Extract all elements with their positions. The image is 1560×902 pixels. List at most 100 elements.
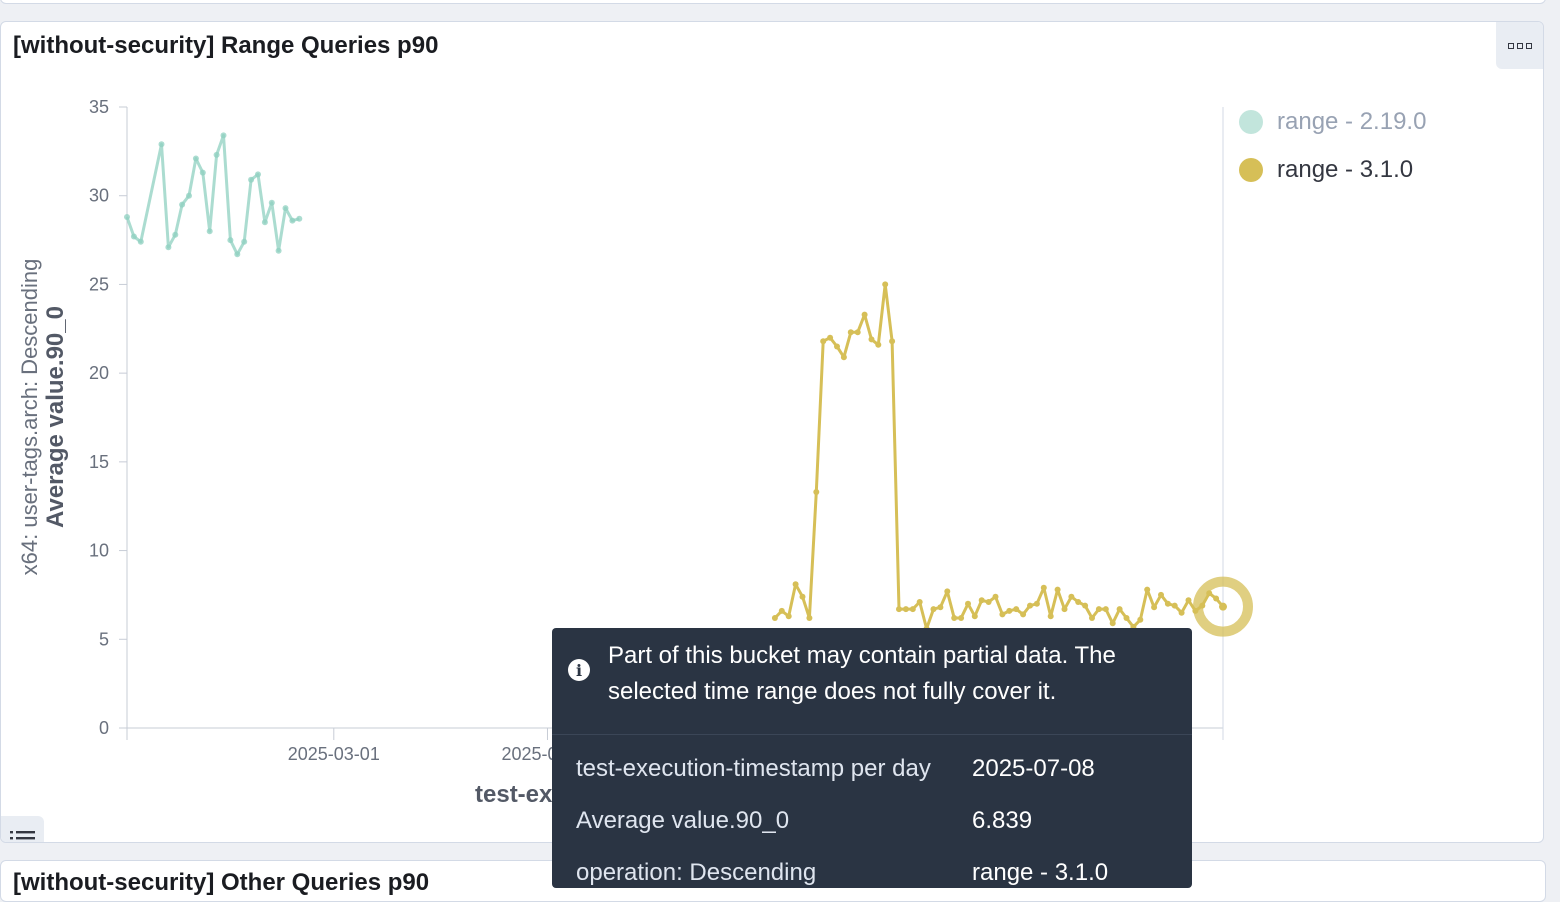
data-point [944, 588, 951, 595]
data-point [275, 247, 282, 254]
data-point [813, 489, 820, 495]
data-point [930, 606, 937, 613]
y-tick-label: 10 [89, 541, 109, 561]
highlighted-point [1219, 602, 1227, 611]
data-point [1006, 607, 1013, 614]
data-point [1054, 586, 1061, 593]
data-point [834, 343, 840, 350]
legend-swatch-icon [1239, 110, 1263, 134]
data-point [1102, 606, 1109, 613]
tooltip-key: Average value.90_0 [576, 807, 790, 834]
data-point [1089, 615, 1095, 621]
series-line-2 [773, 282, 1225, 631]
data-point [868, 336, 875, 343]
data-point [1151, 604, 1158, 611]
data-point [1116, 606, 1123, 613]
data-point [289, 217, 296, 224]
data-point [806, 615, 813, 621]
data-point [220, 132, 227, 139]
data-point [1164, 600, 1171, 607]
data-point [1123, 615, 1130, 621]
y-tick-label: 20 [89, 363, 109, 383]
data-point [978, 597, 985, 604]
info-icon: i [568, 659, 590, 681]
chart-tooltip: i Part of this bucket may contain partia… [552, 628, 1192, 888]
legend-label: range - 3.1.0 [1277, 156, 1414, 183]
data-point [206, 228, 213, 235]
data-point [882, 281, 889, 288]
data-point [909, 606, 916, 613]
data-point [192, 155, 199, 162]
tooltip-rows: test-execution-timestamp per day 2025-07… [552, 735, 1192, 899]
tooltip-key: test-execution-timestamp per day [576, 755, 931, 782]
data-point [1020, 611, 1027, 618]
data-point [875, 341, 882, 348]
data-point [1144, 586, 1151, 593]
tooltip-message: Part of this bucket may contain partial … [608, 642, 1116, 705]
data-point [172, 231, 179, 238]
y-tick-label: 35 [89, 97, 109, 117]
legend-item-range-2-19-0[interactable]: range - 2.19.0 [1239, 98, 1426, 146]
tooltip-row: test-execution-timestamp per day 2025-07… [576, 743, 1192, 795]
data-point [1137, 616, 1144, 623]
x-tick-label: 2025-03-01 [288, 744, 380, 764]
data-point [847, 329, 854, 336]
data-point [1158, 591, 1164, 598]
data-point [1013, 606, 1020, 613]
data-point [248, 176, 255, 183]
y-tick-label: 25 [89, 274, 109, 294]
tooltip-value: 2025-07-08 [972, 755, 1095, 782]
data-point [1033, 600, 1040, 607]
data-point [999, 611, 1006, 618]
series-line-1 [125, 133, 300, 256]
tooltip-value: 6.839 [972, 807, 1033, 834]
data-point [985, 599, 992, 605]
previous-panel [0, 0, 1546, 4]
tooltip-header: i Part of this bucket may contain partia… [552, 628, 1192, 735]
y-axis-title: Average value.90_0 [42, 306, 69, 528]
data-point [165, 244, 172, 251]
data-point [896, 606, 902, 613]
y-tick-label: 0 [99, 718, 109, 738]
data-point [951, 615, 958, 621]
list-icon [9, 830, 35, 839]
data-point [261, 219, 268, 226]
data-point [130, 233, 137, 240]
data-point [255, 171, 261, 178]
data-point [186, 192, 192, 199]
y-tick-label: 30 [89, 186, 109, 206]
data-point [1068, 593, 1075, 600]
data-point [234, 251, 241, 258]
next-panel-title: [without-security] Other Queries p90 [13, 869, 430, 896]
tooltip-row: Average value.90_0 6.839 [576, 795, 1192, 847]
tooltip-key: operation: Descending [576, 859, 817, 886]
y-axis-subtitle: x64: user-tags.arch: Descending [17, 259, 42, 576]
data-point [889, 338, 896, 345]
data-point [965, 600, 971, 607]
data-point [902, 606, 909, 613]
legend-label: range - 2.19.0 [1277, 108, 1427, 135]
data-point [1178, 609, 1185, 616]
data-point [771, 615, 778, 621]
data-point [861, 311, 868, 318]
data-point [137, 238, 144, 245]
data-point [840, 354, 847, 361]
legend-swatch-icon [1239, 158, 1263, 182]
data-point [958, 615, 965, 621]
data-point [1171, 602, 1178, 609]
data-point [158, 141, 165, 148]
chart-legend: range - 2.19.0 range - 3.1.0 [1239, 98, 1426, 194]
legend-item-range-3-1-0[interactable]: range - 3.1.0 [1239, 146, 1426, 194]
tooltip-value: range - 3.1.0 [972, 859, 1109, 886]
data-point [199, 169, 206, 176]
data-point [1109, 620, 1116, 627]
data-point [971, 613, 978, 620]
y-tick-label: 15 [89, 452, 109, 472]
data-point [778, 607, 785, 614]
data-point [937, 604, 944, 611]
data-point [241, 238, 248, 245]
data-point [785, 613, 792, 620]
data-point [1075, 599, 1082, 605]
legend-toggle-button[interactable] [1, 816, 44, 842]
data-point [854, 329, 861, 336]
